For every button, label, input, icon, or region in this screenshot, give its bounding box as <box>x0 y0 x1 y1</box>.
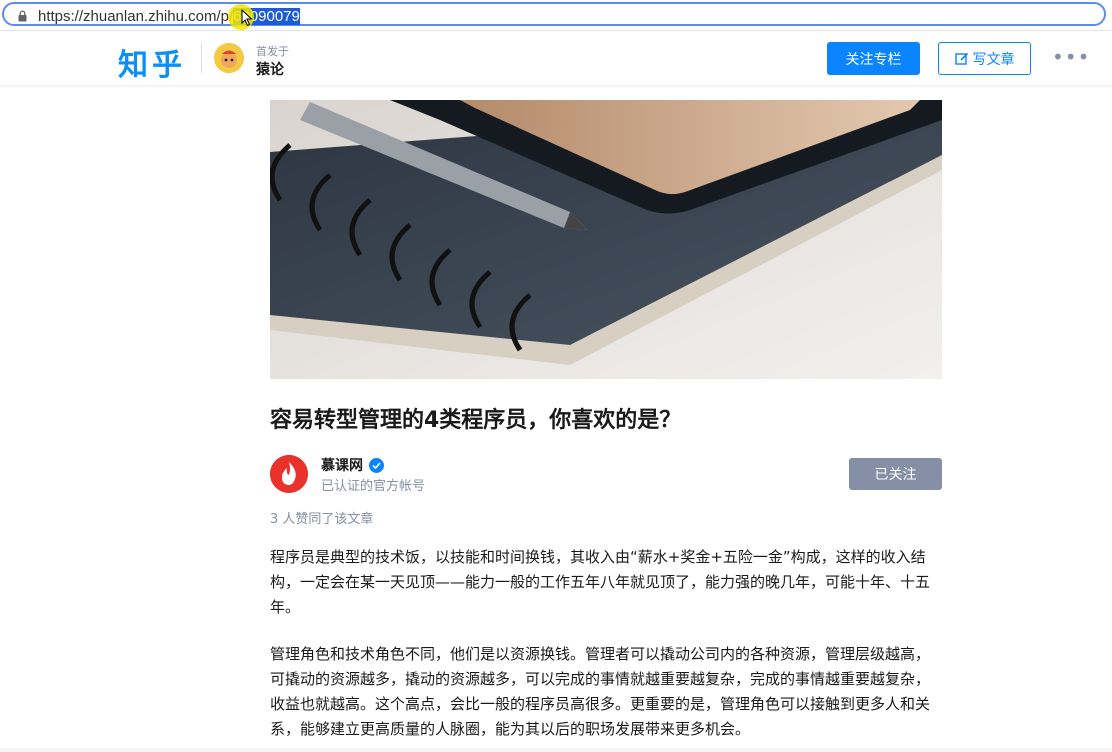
zhihu-logo[interactable]: 知乎 <box>118 40 186 84</box>
article-cover-image <box>270 100 942 379</box>
edit-icon <box>954 52 968 65</box>
write-article-label: 写文章 <box>972 51 1015 68</box>
header-divider <box>201 43 202 73</box>
url-text: https://zhuanlan.zhihu.com/p/60090079 <box>38 8 300 25</box>
flame-logo-icon <box>270 455 308 493</box>
followed-button[interactable]: 已关注 <box>849 458 942 490</box>
bottom-strip <box>0 748 1112 752</box>
follow-column-button[interactable]: 关注专栏 <box>827 42 920 75</box>
monkey-avatar-icon <box>214 43 244 73</box>
article-title: 容易转型管理的4类程序员，你喜欢的是？ <box>270 408 682 433</box>
lock-icon <box>18 10 27 22</box>
author-avatar[interactable] <box>270 455 308 493</box>
column-name[interactable]: 猿论 <box>256 59 284 79</box>
column-avatar[interactable] <box>214 43 244 73</box>
upvote-count: 3 人赞同了该文章 <box>270 512 374 527</box>
article-paragraph: 程序员是典型的技术饭，以技能和时间换钱，其收入由“薪水+奖金+五险一金”构成，这… <box>270 548 931 616</box>
url-input[interactable]: https://zhuanlan.zhihu.com/p/60090079 <box>2 2 1106 26</box>
author-description: 已认证的官方帐号 <box>321 479 426 494</box>
author-name[interactable]: 慕课网 <box>321 455 384 475</box>
write-article-button[interactable]: 写文章 <box>938 42 1031 75</box>
article-paragraph: 管理角色和技术角色不同，他们是以资源换钱。管理者可以撬动公司内的各种资源，管理层… <box>270 645 931 738</box>
verified-badge-icon <box>369 457 384 473</box>
first-published-label: 首发于 <box>256 45 289 58</box>
mouse-cursor-icon <box>241 9 253 27</box>
browser-address-bar: https://zhuanlan.zhihu.com/p/60090079 <box>0 0 1112 31</box>
column-header: 知乎 首发于 猿论 关注专栏 写文章 ••• <box>0 31 1112 86</box>
more-options-icon[interactable]: ••• <box>1052 45 1090 69</box>
author-name-text: 慕课网 <box>321 458 363 474</box>
